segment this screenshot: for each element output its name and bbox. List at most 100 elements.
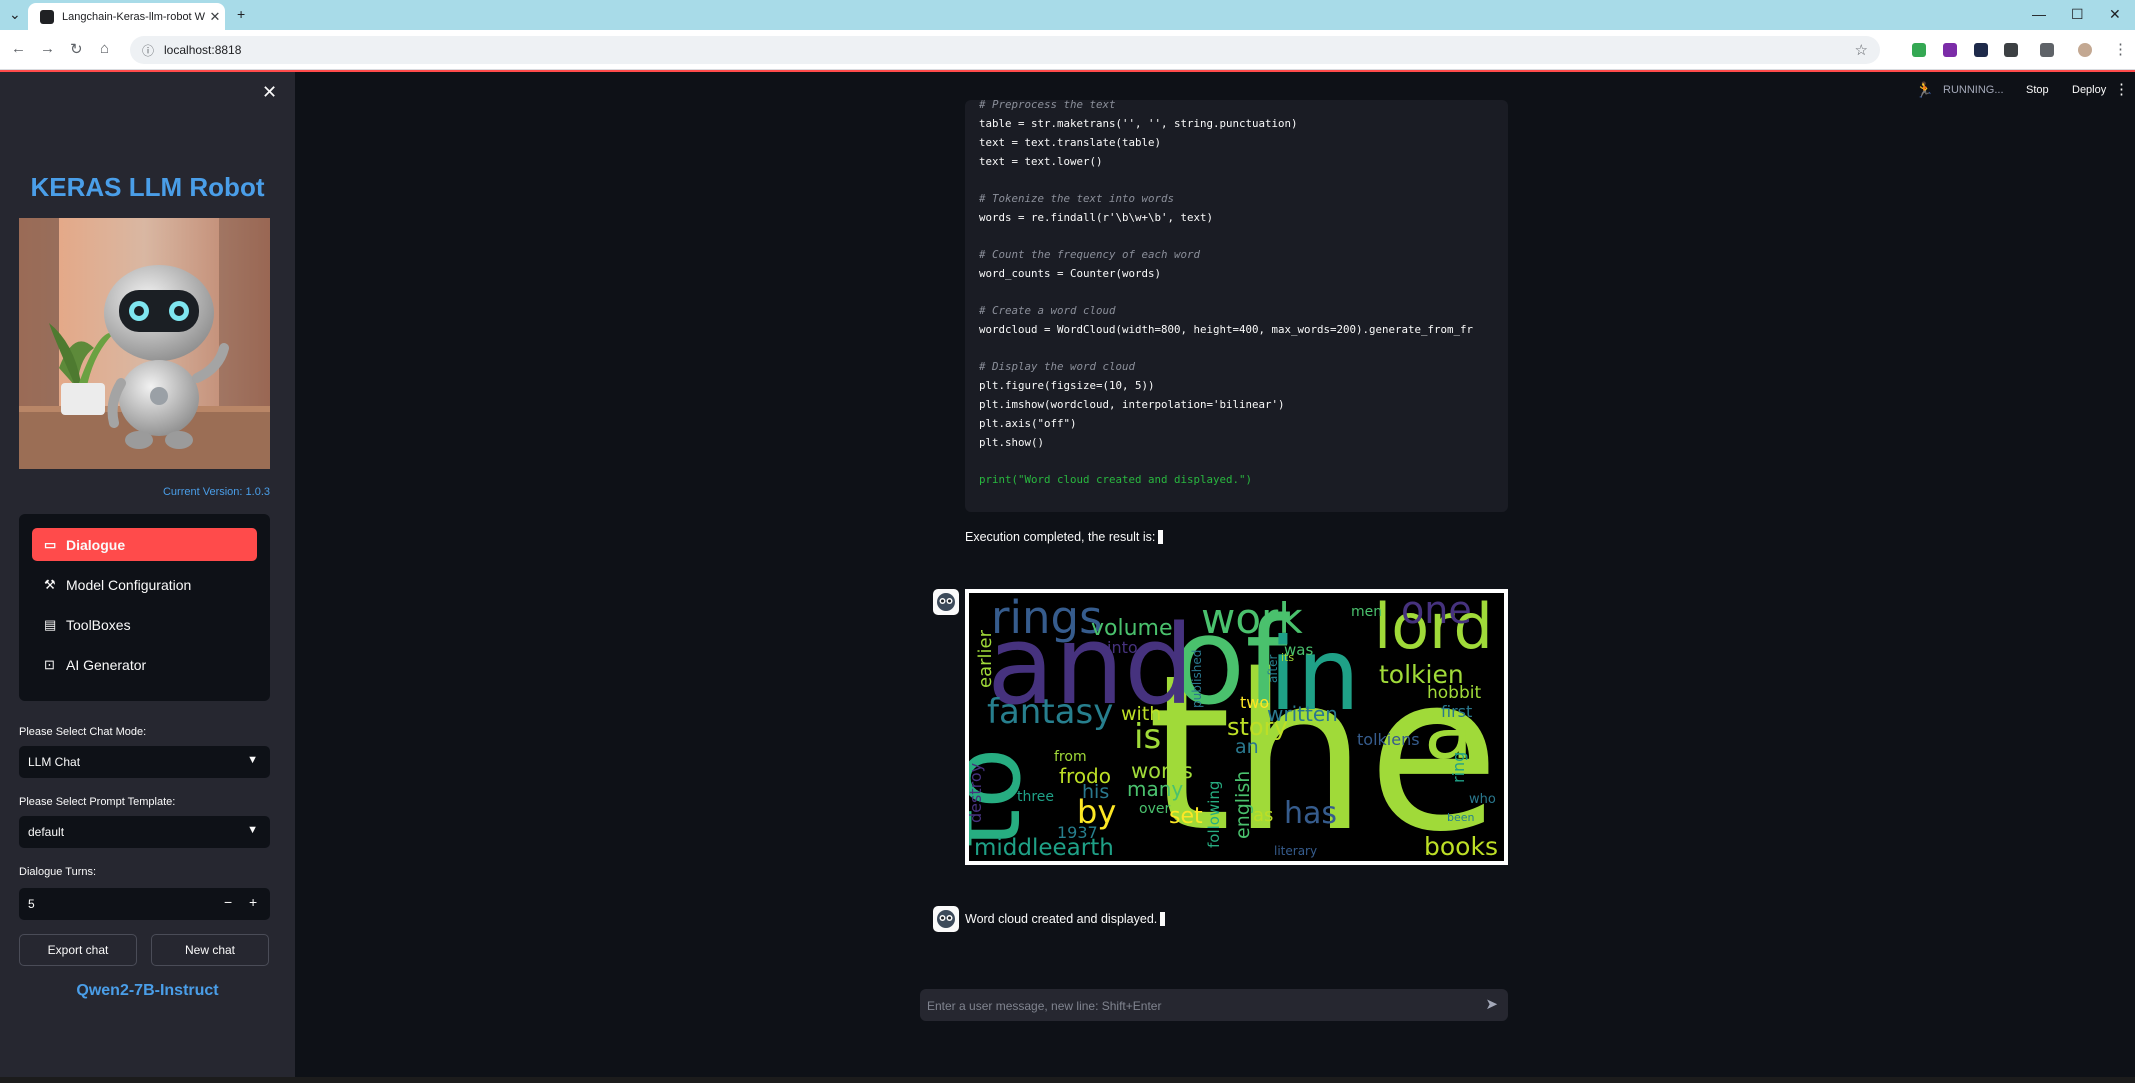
wordcloud-word: with (1121, 703, 1161, 725)
wordcloud-word: first (1441, 702, 1472, 721)
wordcloud-word: earlier (975, 629, 996, 688)
code-line: # Preprocess the text (979, 100, 1116, 111)
dialogue-turns-input[interactable]: 5 (28, 897, 35, 911)
wrench-icon: ⚒ (44, 576, 56, 592)
wordcloud-word: published (1190, 650, 1204, 708)
dialogue-turns-label: Dialogue Turns: (19, 866, 97, 878)
wordcloud-word: literary (1274, 844, 1317, 858)
sidebar-close-icon[interactable]: ✕ (262, 82, 277, 103)
wordcloud-word: who (1469, 792, 1496, 807)
wordcloud-word: written (1267, 702, 1338, 726)
wordcloud-word: rings (991, 593, 1103, 644)
chat-mode-select[interactable]: LLM Chat ▼ (19, 746, 270, 778)
nav-item-label: Dialogue (66, 536, 126, 553)
back-icon[interactable]: ← (11, 40, 26, 57)
prompt-template-label: Please Select Prompt Template: (19, 796, 176, 808)
reload-icon[interactable]: ↻ (70, 40, 83, 58)
chat-input-placeholder: Enter a user message, new line: Shift+En… (927, 999, 1162, 1013)
wordcloud-word: ring (1449, 752, 1468, 783)
wordcloud-word: work (1201, 594, 1303, 643)
code-line: table = str.maketrans('', '', string.pun… (979, 117, 1298, 130)
wordcloud-word: into (1107, 638, 1138, 657)
wordcloud-word: as (1253, 805, 1273, 826)
nav-item-ai-generator[interactable]: ⊡ AI Generator (32, 648, 257, 681)
site-info-icon[interactable]: ⓘ (142, 42, 154, 59)
wordcloud-word: destroy (969, 763, 985, 823)
nav-item-label: Model Configuration (66, 576, 192, 593)
close-window-button[interactable]: ✕ (2109, 6, 2121, 23)
chevron-down-icon: ▼ (247, 824, 258, 836)
robot-image (19, 218, 270, 469)
url-input[interactable]: ⓘ localhost:8818 ☆ (130, 36, 1880, 64)
home-icon[interactable]: ⌂ (100, 40, 109, 57)
bookmark-star-icon[interactable]: ☆ (1855, 41, 1868, 59)
minimize-button[interactable]: — (2032, 6, 2046, 22)
send-icon[interactable]: ➤ (1485, 995, 1498, 1013)
increment-button[interactable]: + (249, 894, 257, 910)
deploy-button[interactable]: Deploy (2072, 84, 2106, 96)
nav-item-model-configuration[interactable]: ⚒ Model Configuration (32, 568, 257, 601)
code-line: words = re.findall(r'\b\w+\b', text) (979, 211, 1214, 224)
code-line: plt.show() (979, 436, 1045, 449)
code-line: plt.imshow(wordcloud, interpolation='bil… (979, 398, 1285, 411)
execution-text: Execution completed, the result is: (965, 530, 1156, 544)
profile-avatar[interactable] (2078, 43, 2092, 57)
wordcloud-word: over (1139, 801, 1170, 817)
nav-item-toolboxes[interactable]: ▤ ToolBoxes (32, 608, 257, 641)
stop-button[interactable]: Stop (2026, 84, 2049, 96)
maximize-button[interactable]: ☐ (2071, 6, 2084, 23)
new-tab-button[interactable]: + (237, 6, 245, 22)
code-line: # Count the frequency of each word (979, 248, 1201, 261)
browser-tab[interactable]: Langchain-Keras-llm-robot We ✕ (28, 3, 225, 30)
main-menu-icon[interactable]: ⋮ (2114, 80, 2129, 98)
reading-list-icon[interactable] (2040, 43, 2054, 57)
model-name: Qwen2-7B-Instruct (76, 982, 219, 999)
wordcloud-word: books (1424, 832, 1498, 861)
result-message: Word cloud created and displayed. (965, 912, 1166, 926)
result-text: Word cloud created and displayed. (965, 912, 1158, 926)
wordcloud-word: after (1266, 655, 1280, 683)
typing-cursor (1160, 912, 1166, 926)
new-chat-button[interactable]: New chat (151, 934, 269, 966)
code-line: text = text.lower() (979, 155, 1103, 168)
code-line: # Create a word cloud (979, 304, 1116, 317)
wordcloud-image: the of and in to a lord rings work one fantasy is by… (965, 589, 1508, 865)
wordcloud-word: tolkiens (1357, 730, 1420, 749)
wordcloud-word: his (1082, 781, 1109, 803)
nav-item-dialogue[interactable]: ▭ Dialogue (32, 528, 257, 561)
prompt-template-select[interactable]: default ▼ (19, 816, 270, 848)
wordcloud-word: 1937 (1057, 823, 1098, 842)
extension-check-icon[interactable] (1912, 43, 1926, 57)
browser-menu-icon[interactable]: ⋮ (2113, 40, 2128, 58)
assistant-avatar (933, 589, 959, 615)
toolbox-icon: ▤ (44, 616, 57, 632)
code-line: print("Word cloud created and displayed.… (979, 473, 1253, 486)
execution-message: Execution completed, the result is: (965, 530, 1164, 544)
chat-input[interactable]: Enter a user message, new line: Shift+En… (920, 989, 1508, 1021)
code-line: wordcloud = WordCloud(width=800, height=… (979, 323, 1474, 336)
prompt-template-value: default (28, 825, 65, 839)
wordcloud-word: its (1281, 651, 1294, 664)
assistant-avatar (933, 906, 959, 932)
tab-close-icon[interactable]: ✕ (205, 9, 225, 25)
extension-dark-icon[interactable] (1974, 43, 1988, 57)
chat-mode-value: LLM Chat (28, 755, 81, 769)
tab-search-icon[interactable]: ⌄ (9, 6, 21, 23)
wordcloud-word: has (1284, 796, 1337, 831)
wordcloud-word: hobbit (1427, 683, 1481, 703)
chevron-down-icon: ▼ (247, 754, 258, 766)
running-man-icon: 🏃 (1915, 82, 1934, 99)
code-line: plt.axis("off") (979, 417, 1077, 430)
extension-puzzle-icon[interactable] (2004, 43, 2018, 57)
export-chat-button[interactable]: Export chat (19, 934, 137, 966)
wordcloud-word: an (1235, 736, 1259, 758)
extension-r-icon[interactable] (1943, 43, 1957, 57)
forward-icon[interactable]: → (40, 40, 55, 57)
url-text: localhost:8818 (164, 43, 242, 57)
decrement-button[interactable]: − (224, 894, 232, 910)
wordcloud-word: following (1205, 781, 1223, 848)
code-line: text = text.translate(table) (979, 136, 1162, 149)
nav-item-label: ToolBoxes (66, 616, 131, 633)
browser-tab-strip: ⌄ Langchain-Keras-llm-robot We ✕ + — ☐ ✕ (0, 0, 2135, 30)
wordcloud-word: been (1447, 811, 1475, 824)
